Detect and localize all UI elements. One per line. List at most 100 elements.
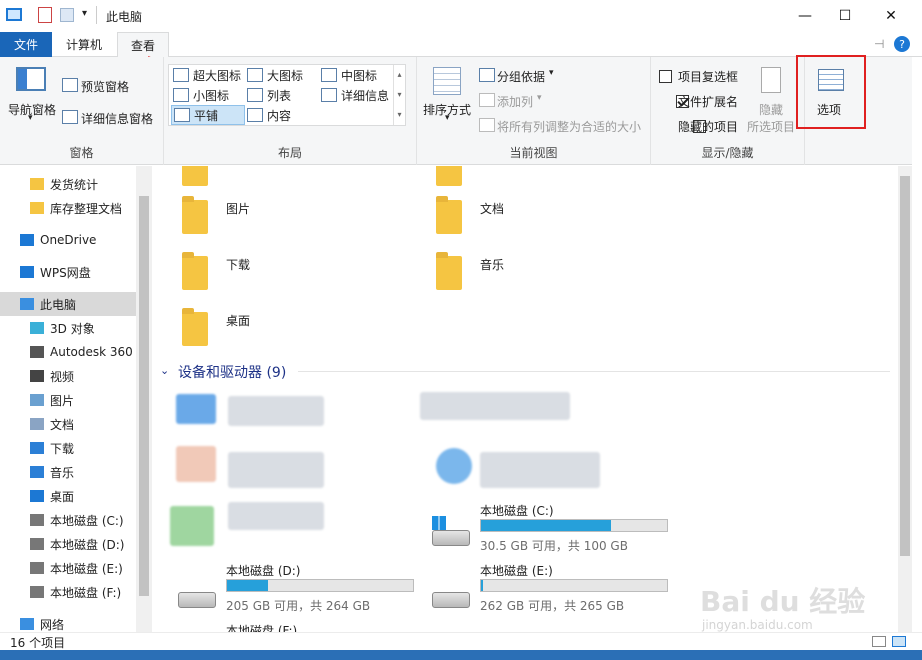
nav-item[interactable]: 本地磁盘 (E:) (0, 556, 136, 580)
nav-item[interactable]: 音乐 (0, 460, 136, 484)
folder-name[interactable]: 文档 (480, 200, 504, 217)
details-icon (321, 88, 337, 102)
nav-item-label: 视频 (50, 369, 75, 384)
hide-selected-line1: 隐藏 (759, 103, 784, 117)
drive-d-usage-bar (226, 579, 414, 592)
nav-scrollbar[interactable] (136, 166, 152, 632)
nav-item[interactable]: 库存整理文档 (0, 196, 136, 220)
folder-icon[interactable] (182, 166, 208, 186)
nav-item-label: 此电脑 (40, 297, 77, 312)
layout-label: 列表 (267, 88, 292, 103)
tab-computer[interactable]: 计算机 (52, 32, 116, 57)
chevron-down-icon[interactable]: ▾ (28, 113, 33, 123)
nav-item-label: 本地磁盘 (E:) (50, 561, 123, 576)
group-by-button[interactable]: 分组依据 (497, 68, 545, 85)
chevron-down-icon[interactable]: ▾ (445, 113, 450, 123)
layout-large-icons[interactable]: 大图标 (247, 65, 303, 85)
folder-icon[interactable] (436, 166, 462, 186)
nav-item[interactable]: 3D 对象 (0, 316, 136, 340)
drive-d-icon[interactable] (178, 592, 216, 608)
nav-item[interactable]: 本地磁盘 (F:) (0, 580, 136, 604)
layout-extra-large-icons[interactable]: 超大图标 (173, 65, 241, 85)
item-checkboxes-checkbox[interactable] (659, 70, 672, 83)
downloads-folder-icon[interactable] (182, 252, 208, 290)
preview-pane-button[interactable]: 预览窗格 (81, 78, 129, 95)
group-by-icon (479, 68, 495, 82)
nav-item[interactable]: 桌面 (0, 484, 136, 508)
pictures-folder-icon[interactable] (182, 196, 208, 234)
pin-icon[interactable]: ⊣ (874, 37, 884, 51)
layout-content[interactable]: 内容 (247, 105, 291, 125)
new-folder-icon[interactable] (60, 8, 74, 22)
chevron-down-icon[interactable]: ▾ (549, 68, 554, 78)
drive-e-usage-fill (481, 580, 483, 591)
nav-item[interactable]: 发货统计 (0, 172, 136, 196)
drive-e-usage-bar (480, 579, 668, 592)
nav-item[interactable]: OneDrive (0, 228, 136, 252)
nav-item[interactable]: 图片 (0, 388, 136, 412)
folder-name[interactable]: 桌面 (226, 312, 250, 329)
panes-group-label: 窗格 (69, 146, 94, 160)
drive-c-icon[interactable] (432, 530, 470, 546)
nav-item[interactable]: Autodesk 360 (0, 340, 136, 364)
drive-c-name[interactable]: 本地磁盘 (C:) (480, 502, 554, 519)
folder-name[interactable]: 图片 (226, 200, 250, 217)
current-view-group: 排序方式 ▾ 分组依据 ▾ 添加列 ▾ 将所有列调整为合适的大小 当前视图 (417, 57, 651, 165)
nav-item[interactable]: 本地磁盘 (D:) (0, 532, 136, 556)
layout-small-icons[interactable]: 小图标 (173, 85, 229, 105)
blurred-device-name (228, 502, 324, 530)
properties-icon[interactable] (38, 7, 52, 23)
nav-item[interactable]: WPS网盘 (0, 260, 136, 284)
drive-d-usage-fill (227, 580, 268, 591)
close-button[interactable]: ✕ (868, 0, 914, 32)
tab-file[interactable]: 文件 (0, 32, 52, 57)
folder-name[interactable]: 音乐 (480, 256, 504, 273)
details-pane-button[interactable]: 详细信息窗格 (81, 110, 153, 127)
layout-details[interactable]: 详细信息 (321, 85, 389, 105)
documents-folder-icon[interactable] (436, 196, 462, 234)
folder-name[interactable]: 下载 (226, 256, 250, 273)
tiles-view-icon[interactable] (892, 636, 906, 647)
nav-item[interactable]: 此电脑 (0, 292, 136, 316)
nav-scrollbar-thumb[interactable] (139, 196, 149, 596)
nav-item[interactable]: 下载 (0, 436, 136, 460)
cloud-drive-icon[interactable] (176, 394, 216, 424)
nav-item-label: 音乐 (50, 465, 75, 480)
layout-tiles[interactable]: 平铺 (171, 105, 245, 125)
layout-label: 小图标 (193, 88, 230, 103)
content-scrollbar[interactable] (898, 166, 912, 632)
drive-c-usage-fill (481, 520, 612, 531)
cloud-drive-icon[interactable] (436, 448, 472, 484)
chevron-down-icon[interactable]: ⌄ (160, 364, 169, 377)
music-icon (30, 466, 44, 478)
drive-c-free: 30.5 GB 可用，共 100 GB (480, 539, 628, 553)
app-drive-icon[interactable] (170, 506, 214, 546)
download-icon (30, 442, 44, 454)
help-icon[interactable]: ? (894, 36, 910, 52)
layout-medium-icons[interactable]: 中图标 (321, 65, 377, 85)
details-view-icon[interactable] (872, 636, 886, 647)
drive-d-name[interactable]: 本地磁盘 (D:) (226, 562, 300, 579)
document-icon (30, 418, 44, 430)
sort-by-icon (433, 67, 461, 95)
chevron-down-icon[interactable]: ▾ (82, 8, 87, 19)
content-scrollbar-thumb[interactable] (900, 176, 910, 556)
desktop-folder-icon[interactable] (182, 308, 208, 346)
layout-list[interactable]: 列表 (247, 85, 291, 105)
music-folder-icon[interactable] (436, 252, 462, 290)
size-columns-icon (479, 118, 495, 132)
layout-label: 大图标 (267, 68, 304, 83)
ribbon: 导航窗格 ▾ 预览窗格 详细信息窗格 窗格 布局 超大图标 大图标 中图标 小图… (0, 57, 912, 165)
nav-item[interactable]: 本地磁盘 (C:) (0, 508, 136, 532)
drive-e-name[interactable]: 本地磁盘 (E:) (480, 562, 553, 579)
drive-f-name[interactable]: 本地磁盘 (F:) (226, 622, 297, 632)
nav-item[interactable]: 视频 (0, 364, 136, 388)
drive-e-icon[interactable] (432, 592, 470, 608)
nav-item[interactable]: 文档 (0, 412, 136, 436)
layout-label: 内容 (267, 108, 292, 123)
maximize-button[interactable]: ☐ (822, 0, 868, 32)
layout-scrollbar[interactable]: ▴ ▾ ▾ (393, 65, 405, 125)
app-drive-icon[interactable] (176, 446, 216, 482)
devices-section-header[interactable]: 设备和驱动器 (9) (178, 362, 286, 382)
layout-group-label: 布局 (277, 146, 302, 160)
